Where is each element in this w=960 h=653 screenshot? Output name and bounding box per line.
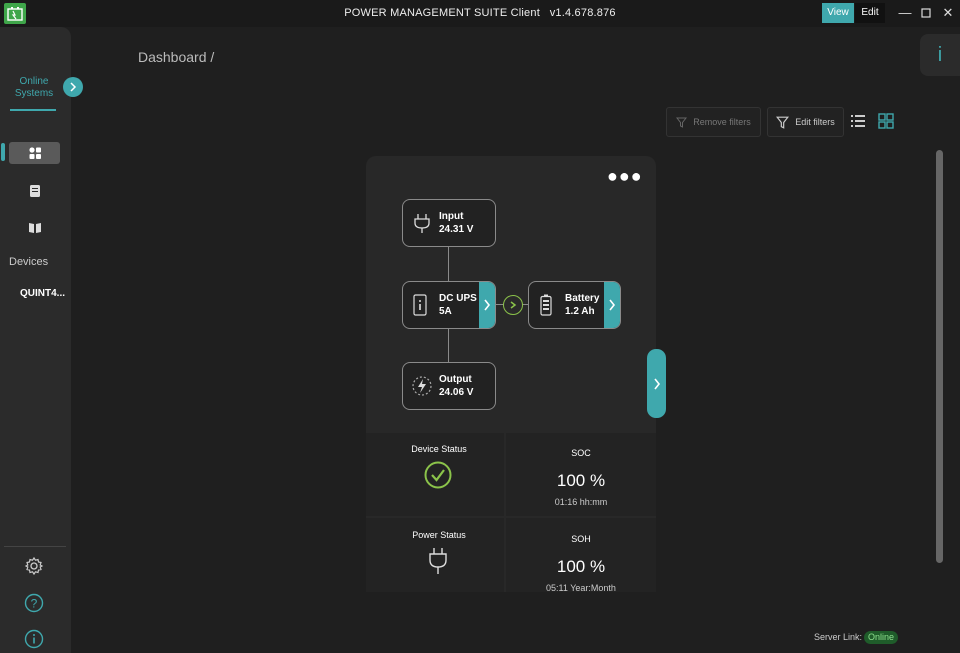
device-list-item[interactable]: QUINT4... [20,288,65,299]
list-view-icon[interactable] [850,113,866,129]
filter-icon [776,116,790,129]
connector-dcups-output [448,327,449,362]
dcups-node[interactable]: DC UPS 5A [402,281,496,329]
soc-title: SOC [571,448,591,458]
nav-devices[interactable] [9,180,60,202]
book-icon [28,223,41,233]
server-status-badge: Online [864,631,899,644]
info-panel-button[interactable]: i [920,34,960,76]
device-status-label: Device Status [411,444,467,454]
close-icon[interactable]: ✕ [937,4,959,22]
chevron-right-icon [484,299,491,311]
soh-time: 05:11 Year:Month [546,583,616,593]
main-scrollbar[interactable] [936,150,943,563]
battery-icon [540,294,552,316]
soc-time: 01:16 hh:mm [554,497,608,507]
nav-active-indicator [1,143,5,161]
breadcrumb: Dashboard / [138,49,215,65]
window-title: POWER MANAGEMENT SUITE Client v1.4.678.8… [344,7,616,19]
input-value: 24.31 V [439,224,474,235]
minimize-icon[interactable]: — [894,4,916,22]
edit-filters-label: Edit filters [795,117,835,127]
dcups-value: 5A [439,306,452,317]
plug-icon [414,214,430,233]
connector-input-dcups [448,246,449,281]
online-systems-tab[interactable]: Online Systems [8,76,60,100]
soc-cell: SOC 100 % 01:16 hh:mm [506,433,656,516]
output-value: 24.06 V [439,387,474,398]
server-link-label: Server Link: [814,632,863,642]
view-mode-button[interactable]: View [822,3,854,23]
remove-filters-button[interactable]: Remove filters [666,107,761,137]
svg-text:?: ? [31,597,38,611]
soh-cell: SOH 100 % 05:11 Year:Month [506,518,656,593]
grid-view-icon[interactable] [878,113,894,129]
battery-expand-button[interactable] [604,282,620,328]
device-icon [29,185,40,197]
nav-docs[interactable] [9,217,60,239]
devices-section-label: Devices [9,256,49,268]
output-label: Output [439,374,472,385]
info-i-icon: i [937,43,943,66]
device-status-cell: Device Status [366,433,504,516]
check-circle-icon [424,461,452,489]
expand-sidebar-button[interactable] [63,77,83,97]
edit-filters-button[interactable]: Edit filters [767,107,844,137]
battery-value: 1.2 Ah [565,306,595,317]
battery-node[interactable]: Battery 1.2 Ah [528,281,621,329]
dashboard-icon [28,147,41,159]
dcups-expand-button[interactable] [479,282,495,328]
sidebar-divider [4,546,66,547]
maximize-icon[interactable] [915,4,937,22]
help-icon[interactable]: ? [23,592,45,614]
output-node[interactable]: Output 24.06 V [402,362,496,410]
battery-label: Battery [565,293,600,304]
remove-filters-label: Remove filters [693,117,751,127]
nav-dashboard[interactable] [9,142,60,164]
power-status-cell: Power Status [366,518,504,592]
online-systems-underline [10,109,56,111]
soh-title: SOH [571,534,591,544]
chevron-right-icon [70,82,77,92]
chevron-right-icon [609,299,616,311]
info-icon[interactable] [23,628,45,650]
edit-mode-button[interactable]: Edit [855,3,885,23]
filter-icon [676,117,688,128]
dcups-label: DC UPS [439,293,477,304]
soc-value: 100 % [556,471,606,490]
power-status-label: Power Status [412,530,466,540]
soh-value: 100 % [556,557,606,576]
output-power-icon [412,376,432,396]
settings-icon[interactable] [23,555,45,577]
input-label: Input [439,211,464,222]
charging-arrow-icon [503,295,523,315]
card-side-expand-button[interactable] [647,349,666,418]
input-node[interactable]: Input 24.31 V [402,199,496,247]
ups-device-icon [413,294,427,316]
plug-icon [429,548,447,574]
chevron-right-icon [653,378,660,389]
more-options-icon[interactable]: ●●● [607,166,643,187]
